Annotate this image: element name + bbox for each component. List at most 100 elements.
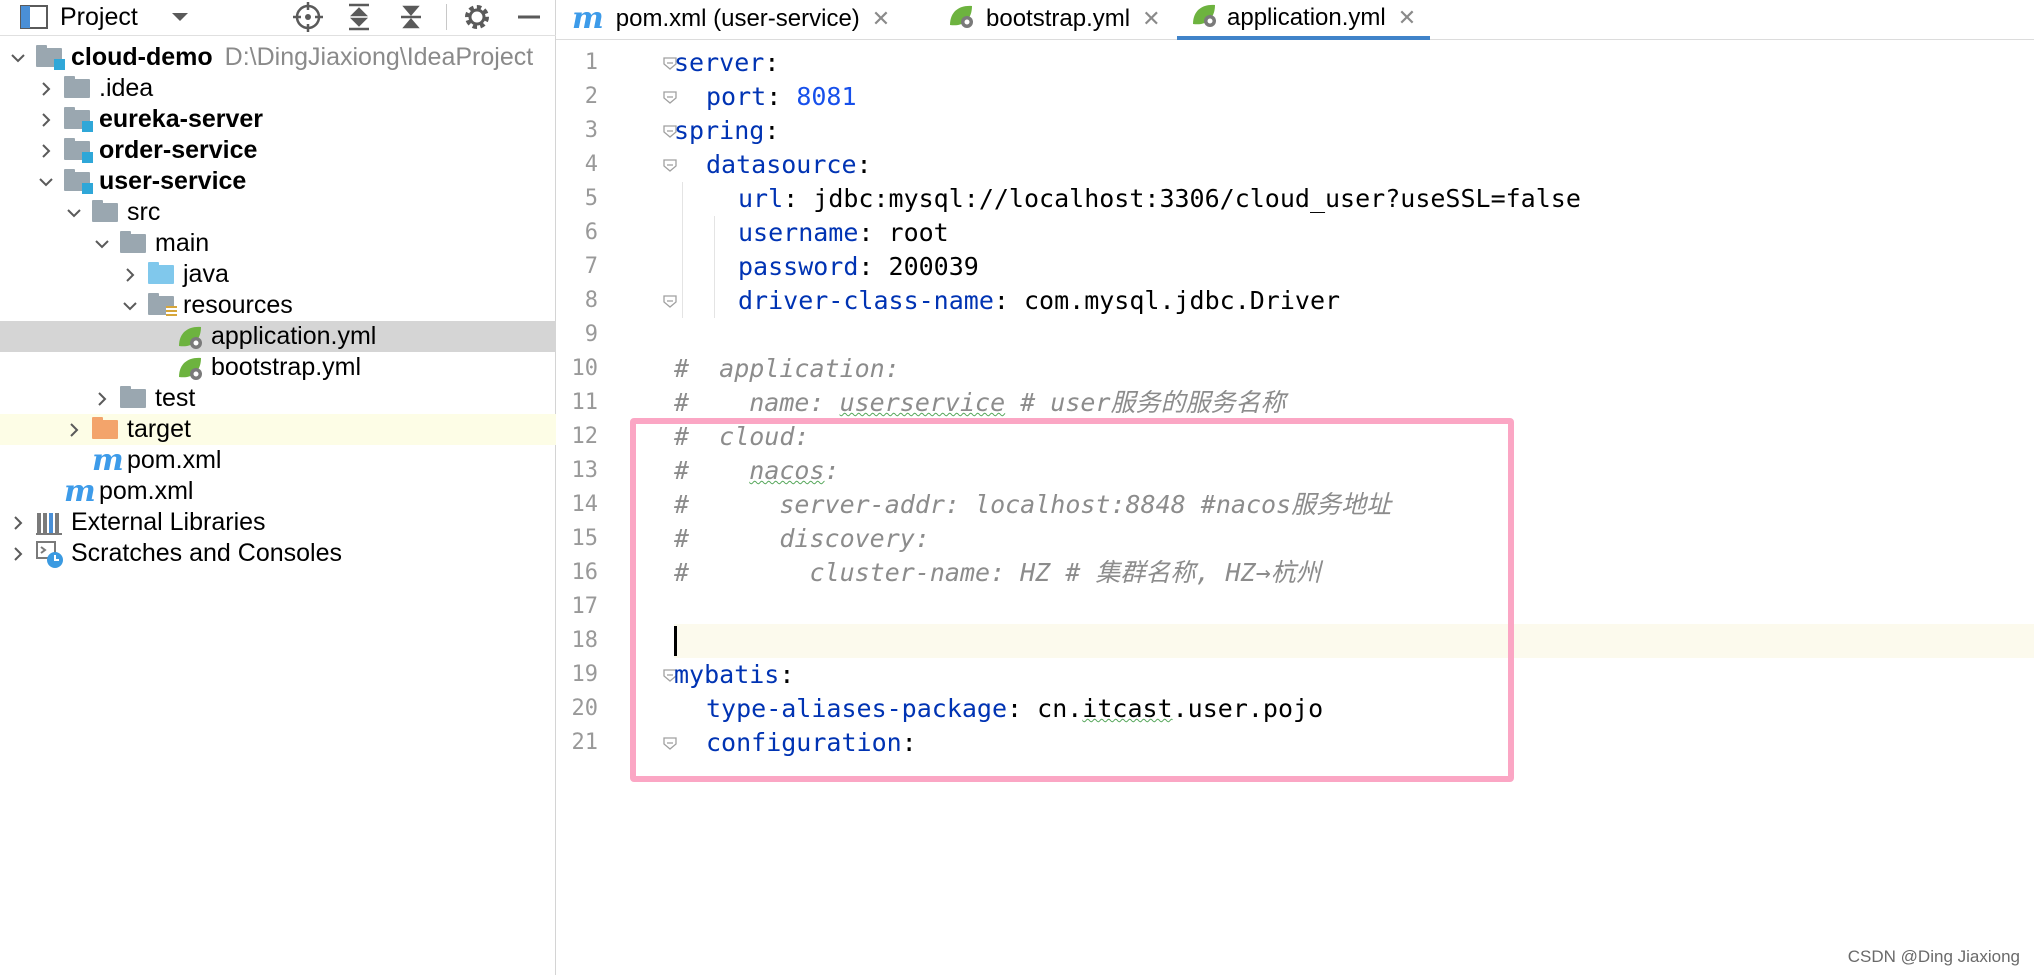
- tree-node-label: target: [127, 415, 191, 444]
- chevron-down-icon[interactable]: [8, 48, 28, 68]
- folder-icon: [92, 200, 120, 226]
- expand-all-icon[interactable]: [345, 0, 373, 34]
- chevron-right-icon[interactable]: [120, 265, 140, 285]
- chevron-down-icon[interactable]: [120, 296, 140, 316]
- code-line[interactable]: configuration:: [706, 726, 917, 760]
- code-editor[interactable]: 1 2 3 4 5 6 7 8 9 10 11 12 13 14 15 16 17 18 19 20 21 server…: [556, 40, 2034, 975]
- code-token: type-aliases-package: [706, 694, 1008, 723]
- close-icon[interactable]: ✕: [872, 6, 890, 32]
- tree-node[interactable]: .idea: [0, 73, 556, 104]
- project-view-icon[interactable]: [20, 0, 48, 34]
- code-line[interactable]: url: jdbc:mysql://localhost:3306/cloud_u…: [738, 182, 1581, 216]
- chevron-right-icon[interactable]: [92, 389, 112, 409]
- tree-node[interactable]: order-service: [0, 135, 556, 166]
- toolbar-divider: [446, 4, 447, 30]
- code-token: #: [674, 456, 750, 485]
- tree-node-name: test: [155, 384, 196, 412]
- code-line[interactable]: # application:: [674, 352, 900, 386]
- locate-file-icon[interactable]: [293, 0, 323, 34]
- project-path-hint: D:\DingJiaxiong\IdeaProject: [224, 43, 534, 71]
- code-token: # name:: [674, 388, 840, 417]
- tree-node[interactable]: main: [0, 228, 556, 259]
- code-token: :: [993, 286, 1024, 315]
- tree-node-label: resources: [183, 291, 293, 320]
- code-line[interactable]: spring:: [674, 114, 779, 148]
- code-line[interactable]: # cluster-name: HZ # 集群名称, HZ→杭州: [674, 556, 1321, 590]
- gear-icon[interactable]: [462, 0, 492, 34]
- tree-node-label: eureka-server: [99, 105, 263, 134]
- module-folder-icon: [36, 45, 65, 71]
- code-line[interactable]: # name: userservice # user服务的服务名称: [674, 386, 1286, 420]
- chevron-right-icon[interactable]: [64, 420, 84, 440]
- chevron-right-icon[interactable]: [8, 544, 28, 564]
- chevron-down-icon[interactable]: [92, 234, 112, 254]
- code-line[interactable]: datasource:: [706, 148, 872, 182]
- code-line[interactable]: # cloud:: [674, 420, 809, 454]
- code-token: :: [764, 48, 780, 77]
- tree-node[interactable]: Scratches and Consoles: [0, 538, 556, 569]
- editor-gutter[interactable]: 1 2 3 4 5 6 7 8 9 10 11 12 13 14 15 16 17 18 19 20 21: [556, 40, 677, 975]
- code-token: # user服务的服务名称: [1005, 388, 1286, 417]
- chevron-right-icon[interactable]: [8, 513, 28, 533]
- tree-node[interactable]: bootstrap.yml: [0, 352, 556, 383]
- code-line[interactable]: # server-addr: localhost:8848 #nacos服务地址: [674, 488, 1391, 522]
- tree-node[interactable]: m pom.xml: [0, 476, 556, 507]
- close-icon[interactable]: ✕: [1142, 6, 1160, 32]
- code-token: 8081: [796, 82, 857, 111]
- code-token: :: [779, 660, 795, 689]
- code-line[interactable]: # nacos:: [674, 454, 840, 488]
- code-line[interactable]: port: 8081: [706, 80, 857, 114]
- chevron-right-icon[interactable]: [36, 110, 56, 130]
- tab-label: pom.xml (user-service): [615, 5, 860, 32]
- chevron-right-icon[interactable]: [36, 79, 56, 99]
- tree-node-name: user-service: [99, 167, 247, 195]
- code-token: # server-addr: localhost:8848 #nacos服务地址: [674, 490, 1392, 519]
- chevron-right-icon[interactable]: [36, 141, 56, 161]
- code-line[interactable]: driver-class-name: com.mysql.jdbc.Driver: [738, 284, 1340, 318]
- code-token: :: [858, 252, 889, 281]
- tree-node[interactable]: cloud-demo D:\DingJiaxiong\IdeaProject: [0, 42, 556, 73]
- code-area[interactable]: server: port: 8081 spring: datasource: url: …: [674, 40, 2034, 975]
- tab-bootstrap-yml[interactable]: bootstrap.yml ✕: [948, 0, 1161, 38]
- code-line[interactable]: password: 200039: [738, 250, 979, 284]
- tab-application-yml[interactable]: application.yml ✕: [1177, 0, 1431, 40]
- code-token: itcast: [1082, 694, 1173, 723]
- line-number: 1: [584, 50, 598, 75]
- chevron-down-icon[interactable]: [36, 172, 56, 192]
- line-number: 13: [571, 458, 599, 483]
- tab-pom-xml[interactable]: m pom.xml (user-service) ✕: [572, 0, 890, 38]
- close-icon[interactable]: ✕: [1398, 5, 1416, 31]
- tree-node-label: .idea: [99, 74, 153, 103]
- collapse-all-icon[interactable]: [397, 0, 425, 34]
- chevron-down-icon[interactable]: [170, 0, 190, 34]
- project-toolbar: Project: [0, 0, 556, 36]
- code-token: configuration: [706, 728, 902, 757]
- code-token: :: [764, 116, 780, 145]
- tree-node[interactable]: resources: [0, 290, 556, 321]
- code-token: :: [783, 184, 814, 213]
- tree-node[interactable]: target: [0, 414, 556, 445]
- code-line[interactable]: mybatis:: [674, 658, 794, 692]
- tree-node[interactable]: eureka-server: [0, 104, 556, 135]
- code-line[interactable]: server:: [674, 46, 779, 80]
- tree-node[interactable]: m pom.xml: [0, 445, 556, 476]
- code-token: nacos: [749, 456, 825, 485]
- tree-node[interactable]: src: [0, 197, 556, 228]
- project-view-title[interactable]: Project: [60, 0, 138, 34]
- tree-node-label: order-service: [99, 136, 257, 165]
- tree-node-label: cloud-demo D:\DingJiaxiong\IdeaProject: [71, 43, 533, 72]
- code-line[interactable]: type-aliases-package: cn.itcast.user.poj…: [706, 692, 1323, 726]
- tree-node[interactable]: user-service: [0, 166, 556, 197]
- tree-node[interactable]: test: [0, 383, 556, 414]
- tree-node[interactable]: java: [0, 259, 556, 290]
- indent-guide: [714, 216, 715, 318]
- tree-node[interactable]: External Libraries: [0, 507, 556, 538]
- chevron-down-icon[interactable]: [64, 203, 84, 223]
- code-token: :: [856, 150, 872, 179]
- code-line[interactable]: # discovery:: [674, 522, 930, 556]
- code-token: datasource: [706, 150, 857, 179]
- line-number: 19: [571, 662, 599, 687]
- tree-node[interactable]: application.yml: [0, 321, 556, 352]
- code-line[interactable]: username: root: [738, 216, 949, 250]
- minimize-icon[interactable]: [516, 0, 542, 34]
